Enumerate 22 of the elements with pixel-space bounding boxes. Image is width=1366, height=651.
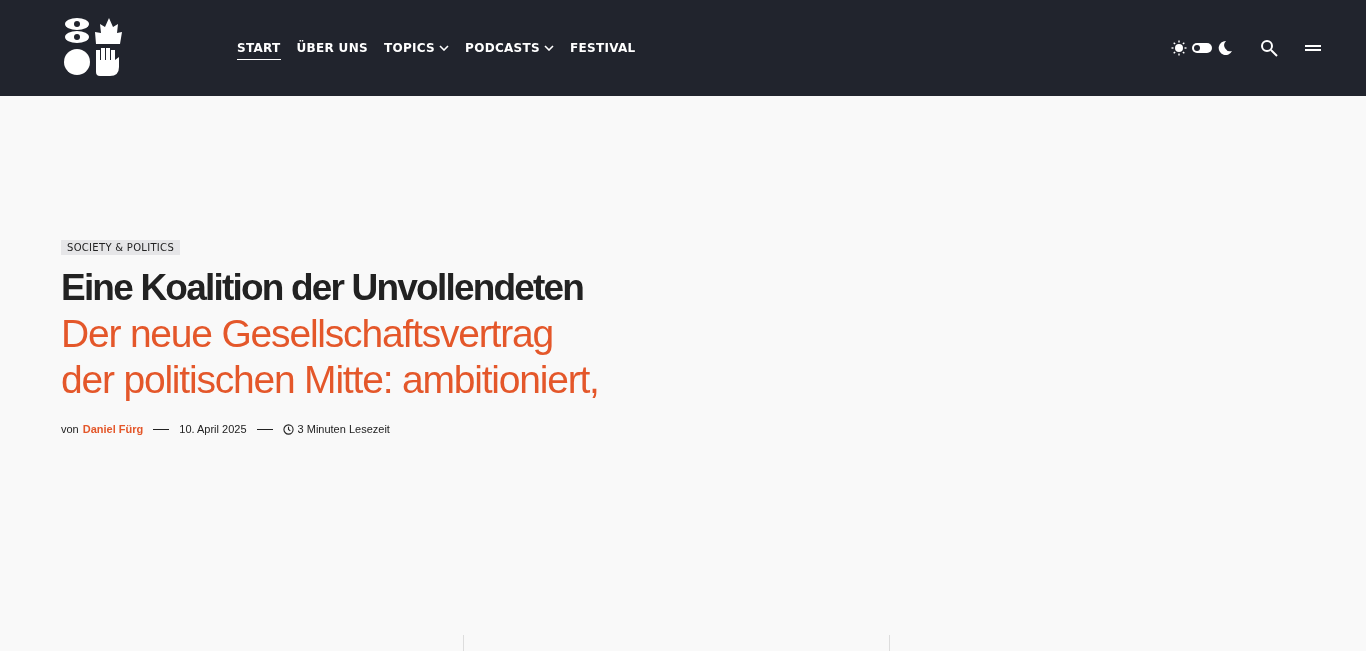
nav-link[interactable]: PODCASTS bbox=[465, 36, 554, 60]
nav-link[interactable]: TOPICS bbox=[383, 36, 450, 60]
author-link[interactable]: Daniel Fürg bbox=[82, 423, 144, 435]
clock-icon bbox=[282, 423, 294, 435]
category-tag[interactable]: SOCIETY & POLITICS bbox=[61, 240, 181, 255]
article-subtitle: Der neue Gesellschaftsvertrag bbox=[61, 311, 554, 357]
byline-label: von bbox=[61, 423, 79, 435]
publish-date: 10. April 2025 bbox=[179, 423, 247, 435]
chevron-down-icon bbox=[439, 44, 450, 51]
menu-icon[interactable] bbox=[1305, 44, 1321, 52]
theme-toggle[interactable] bbox=[1192, 43, 1212, 53]
article-subtitle: der politischen Mitte: ambitioniert, bbox=[61, 357, 600, 403]
reading-time: 3 Minuten Lesezeit bbox=[297, 423, 390, 435]
nav-link[interactable]: ÜBER UNS bbox=[296, 36, 368, 60]
moon-icon bbox=[1217, 40, 1233, 56]
sun-icon bbox=[1171, 40, 1187, 56]
search-icon[interactable] bbox=[1260, 39, 1278, 57]
nav-link[interactable]: START bbox=[237, 36, 281, 60]
logo-icon[interactable] bbox=[64, 18, 122, 76]
nav-link[interactable]: FESTIVAL bbox=[569, 36, 636, 60]
article-title: Eine Koalition der Unvollendeten bbox=[61, 266, 585, 310]
chevron-down-icon bbox=[543, 44, 554, 51]
